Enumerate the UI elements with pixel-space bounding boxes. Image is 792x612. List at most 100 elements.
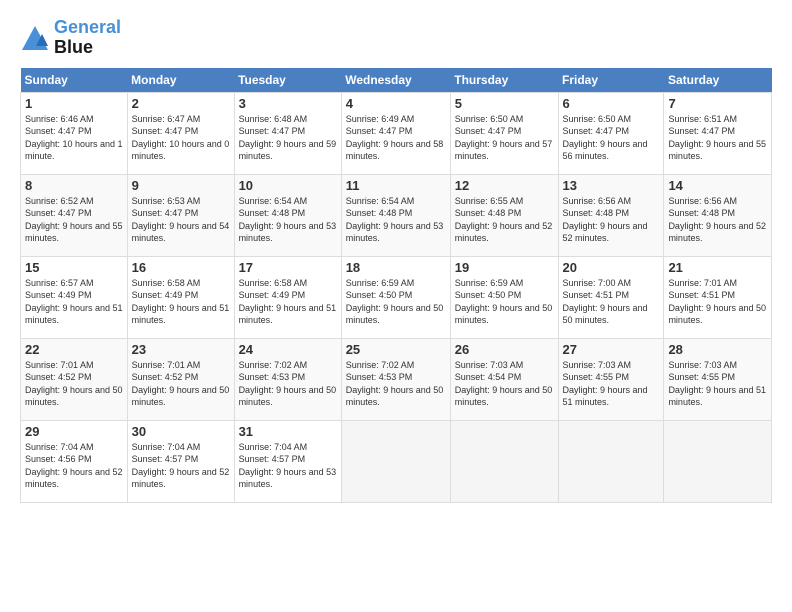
day-cell-7: 7 Sunrise: 6:51 AM Sunset: 4:47 PM Dayli… xyxy=(664,92,772,174)
daylight-label: Daylight: 9 hours and 51 minutes. xyxy=(563,385,648,408)
day-number: 23 xyxy=(132,342,230,357)
day-cell-18: 18 Sunrise: 6:59 AM Sunset: 4:50 PM Dayl… xyxy=(341,256,450,338)
daylight-label: Daylight: 9 hours and 52 minutes. xyxy=(455,221,553,244)
sunrise-label: Sunrise: 6:56 AM xyxy=(668,196,737,206)
day-number: 24 xyxy=(239,342,337,357)
sunrise-label: Sunrise: 6:54 AM xyxy=(239,196,308,206)
empty-cell xyxy=(558,420,664,502)
day-cell-1: 1 Sunrise: 6:46 AM Sunset: 4:47 PM Dayli… xyxy=(21,92,128,174)
logo-text: General Blue xyxy=(54,18,121,58)
sunrise-label: Sunrise: 6:55 AM xyxy=(455,196,524,206)
sunrise-label: Sunrise: 6:54 AM xyxy=(346,196,415,206)
day-cell-26: 26 Sunrise: 7:03 AM Sunset: 4:54 PM Dayl… xyxy=(450,338,558,420)
daylight-label: Daylight: 10 hours and 1 minute. xyxy=(25,139,123,162)
day-cell-21: 21 Sunrise: 7:01 AM Sunset: 4:51 PM Dayl… xyxy=(664,256,772,338)
day-info: Sunrise: 6:57 AM Sunset: 4:49 PM Dayligh… xyxy=(25,277,123,327)
calendar-header-row: SundayMondayTuesdayWednesdayThursdayFrid… xyxy=(21,68,772,93)
sunset-label: Sunset: 4:50 PM xyxy=(346,290,413,300)
sunset-label: Sunset: 4:47 PM xyxy=(25,126,92,136)
daylight-label: Daylight: 9 hours and 52 minutes. xyxy=(25,467,123,490)
page-container: General Blue SundayMondayTuesdayWednesda… xyxy=(0,0,792,513)
day-cell-28: 28 Sunrise: 7:03 AM Sunset: 4:55 PM Dayl… xyxy=(664,338,772,420)
day-number: 9 xyxy=(132,178,230,193)
sunrise-label: Sunrise: 6:52 AM xyxy=(25,196,94,206)
daylight-label: Daylight: 9 hours and 59 minutes. xyxy=(239,139,337,162)
sunrise-label: Sunrise: 6:50 AM xyxy=(455,114,524,124)
sunrise-label: Sunrise: 7:02 AM xyxy=(346,360,415,370)
daylight-label: Daylight: 9 hours and 55 minutes. xyxy=(668,139,766,162)
week-row-2: 8 Sunrise: 6:52 AM Sunset: 4:47 PM Dayli… xyxy=(21,174,772,256)
week-row-4: 22 Sunrise: 7:01 AM Sunset: 4:52 PM Dayl… xyxy=(21,338,772,420)
daylight-label: Daylight: 9 hours and 51 minutes. xyxy=(132,303,230,326)
day-number: 16 xyxy=(132,260,230,275)
daylight-label: Daylight: 9 hours and 51 minutes. xyxy=(668,385,766,408)
sunrise-label: Sunrise: 6:46 AM xyxy=(25,114,94,124)
sunset-label: Sunset: 4:47 PM xyxy=(132,208,199,218)
day-number: 29 xyxy=(25,424,123,439)
logo-icon xyxy=(20,24,50,52)
day-number: 20 xyxy=(563,260,660,275)
day-cell-16: 16 Sunrise: 6:58 AM Sunset: 4:49 PM Dayl… xyxy=(127,256,234,338)
day-info: Sunrise: 7:03 AM Sunset: 4:55 PM Dayligh… xyxy=(563,359,660,409)
day-cell-17: 17 Sunrise: 6:58 AM Sunset: 4:49 PM Dayl… xyxy=(234,256,341,338)
day-cell-14: 14 Sunrise: 6:56 AM Sunset: 4:48 PM Dayl… xyxy=(664,174,772,256)
daylight-label: Daylight: 9 hours and 50 minutes. xyxy=(563,303,648,326)
day-cell-24: 24 Sunrise: 7:02 AM Sunset: 4:53 PM Dayl… xyxy=(234,338,341,420)
day-cell-15: 15 Sunrise: 6:57 AM Sunset: 4:49 PM Dayl… xyxy=(21,256,128,338)
sunrise-label: Sunrise: 6:58 AM xyxy=(239,278,308,288)
daylight-label: Daylight: 10 hours and 0 minutes. xyxy=(132,139,230,162)
day-cell-13: 13 Sunrise: 6:56 AM Sunset: 4:48 PM Dayl… xyxy=(558,174,664,256)
day-info: Sunrise: 6:55 AM Sunset: 4:48 PM Dayligh… xyxy=(455,195,554,245)
day-cell-4: 4 Sunrise: 6:49 AM Sunset: 4:47 PM Dayli… xyxy=(341,92,450,174)
day-info: Sunrise: 6:58 AM Sunset: 4:49 PM Dayligh… xyxy=(239,277,337,327)
daylight-label: Daylight: 9 hours and 50 minutes. xyxy=(668,303,766,326)
day-number: 7 xyxy=(668,96,767,111)
col-header-friday: Friday xyxy=(558,68,664,93)
day-cell-2: 2 Sunrise: 6:47 AM Sunset: 4:47 PM Dayli… xyxy=(127,92,234,174)
daylight-label: Daylight: 9 hours and 53 minutes. xyxy=(239,221,337,244)
day-cell-8: 8 Sunrise: 6:52 AM Sunset: 4:47 PM Dayli… xyxy=(21,174,128,256)
day-info: Sunrise: 6:49 AM Sunset: 4:47 PM Dayligh… xyxy=(346,113,446,163)
day-cell-31: 31 Sunrise: 7:04 AM Sunset: 4:57 PM Dayl… xyxy=(234,420,341,502)
sunset-label: Sunset: 4:52 PM xyxy=(25,372,92,382)
day-info: Sunrise: 6:47 AM Sunset: 4:47 PM Dayligh… xyxy=(132,113,230,163)
sunrise-label: Sunrise: 7:03 AM xyxy=(563,360,632,370)
week-row-3: 15 Sunrise: 6:57 AM Sunset: 4:49 PM Dayl… xyxy=(21,256,772,338)
sunrise-label: Sunrise: 6:49 AM xyxy=(346,114,415,124)
day-number: 8 xyxy=(25,178,123,193)
sunrise-label: Sunrise: 7:04 AM xyxy=(239,442,308,452)
sunset-label: Sunset: 4:49 PM xyxy=(132,290,199,300)
sunset-label: Sunset: 4:48 PM xyxy=(563,208,630,218)
sunset-label: Sunset: 4:52 PM xyxy=(132,372,199,382)
day-info: Sunrise: 7:01 AM Sunset: 4:52 PM Dayligh… xyxy=(25,359,123,409)
day-cell-29: 29 Sunrise: 7:04 AM Sunset: 4:56 PM Dayl… xyxy=(21,420,128,502)
day-info: Sunrise: 6:50 AM Sunset: 4:47 PM Dayligh… xyxy=(455,113,554,163)
daylight-label: Daylight: 9 hours and 56 minutes. xyxy=(563,139,648,162)
day-number: 6 xyxy=(563,96,660,111)
day-info: Sunrise: 7:01 AM Sunset: 4:51 PM Dayligh… xyxy=(668,277,767,327)
calendar-table: SundayMondayTuesdayWednesdayThursdayFrid… xyxy=(20,68,772,503)
sunset-label: Sunset: 4:54 PM xyxy=(455,372,522,382)
col-header-thursday: Thursday xyxy=(450,68,558,93)
sunrise-label: Sunrise: 6:58 AM xyxy=(132,278,201,288)
daylight-label: Daylight: 9 hours and 52 minutes. xyxy=(563,221,648,244)
sunset-label: Sunset: 4:56 PM xyxy=(25,454,92,464)
day-number: 12 xyxy=(455,178,554,193)
empty-cell xyxy=(664,420,772,502)
sunset-label: Sunset: 4:49 PM xyxy=(239,290,306,300)
week-row-1: 1 Sunrise: 6:46 AM Sunset: 4:47 PM Dayli… xyxy=(21,92,772,174)
day-info: Sunrise: 6:56 AM Sunset: 4:48 PM Dayligh… xyxy=(563,195,660,245)
sunset-label: Sunset: 4:53 PM xyxy=(346,372,413,382)
sunset-label: Sunset: 4:47 PM xyxy=(239,126,306,136)
day-number: 28 xyxy=(668,342,767,357)
sunset-label: Sunset: 4:49 PM xyxy=(25,290,92,300)
day-info: Sunrise: 7:04 AM Sunset: 4:56 PM Dayligh… xyxy=(25,441,123,491)
day-info: Sunrise: 6:58 AM Sunset: 4:49 PM Dayligh… xyxy=(132,277,230,327)
day-number: 19 xyxy=(455,260,554,275)
day-number: 14 xyxy=(668,178,767,193)
sunrise-label: Sunrise: 7:02 AM xyxy=(239,360,308,370)
day-number: 21 xyxy=(668,260,767,275)
day-cell-6: 6 Sunrise: 6:50 AM Sunset: 4:47 PM Dayli… xyxy=(558,92,664,174)
daylight-label: Daylight: 9 hours and 52 minutes. xyxy=(132,467,230,490)
sunset-label: Sunset: 4:57 PM xyxy=(132,454,199,464)
